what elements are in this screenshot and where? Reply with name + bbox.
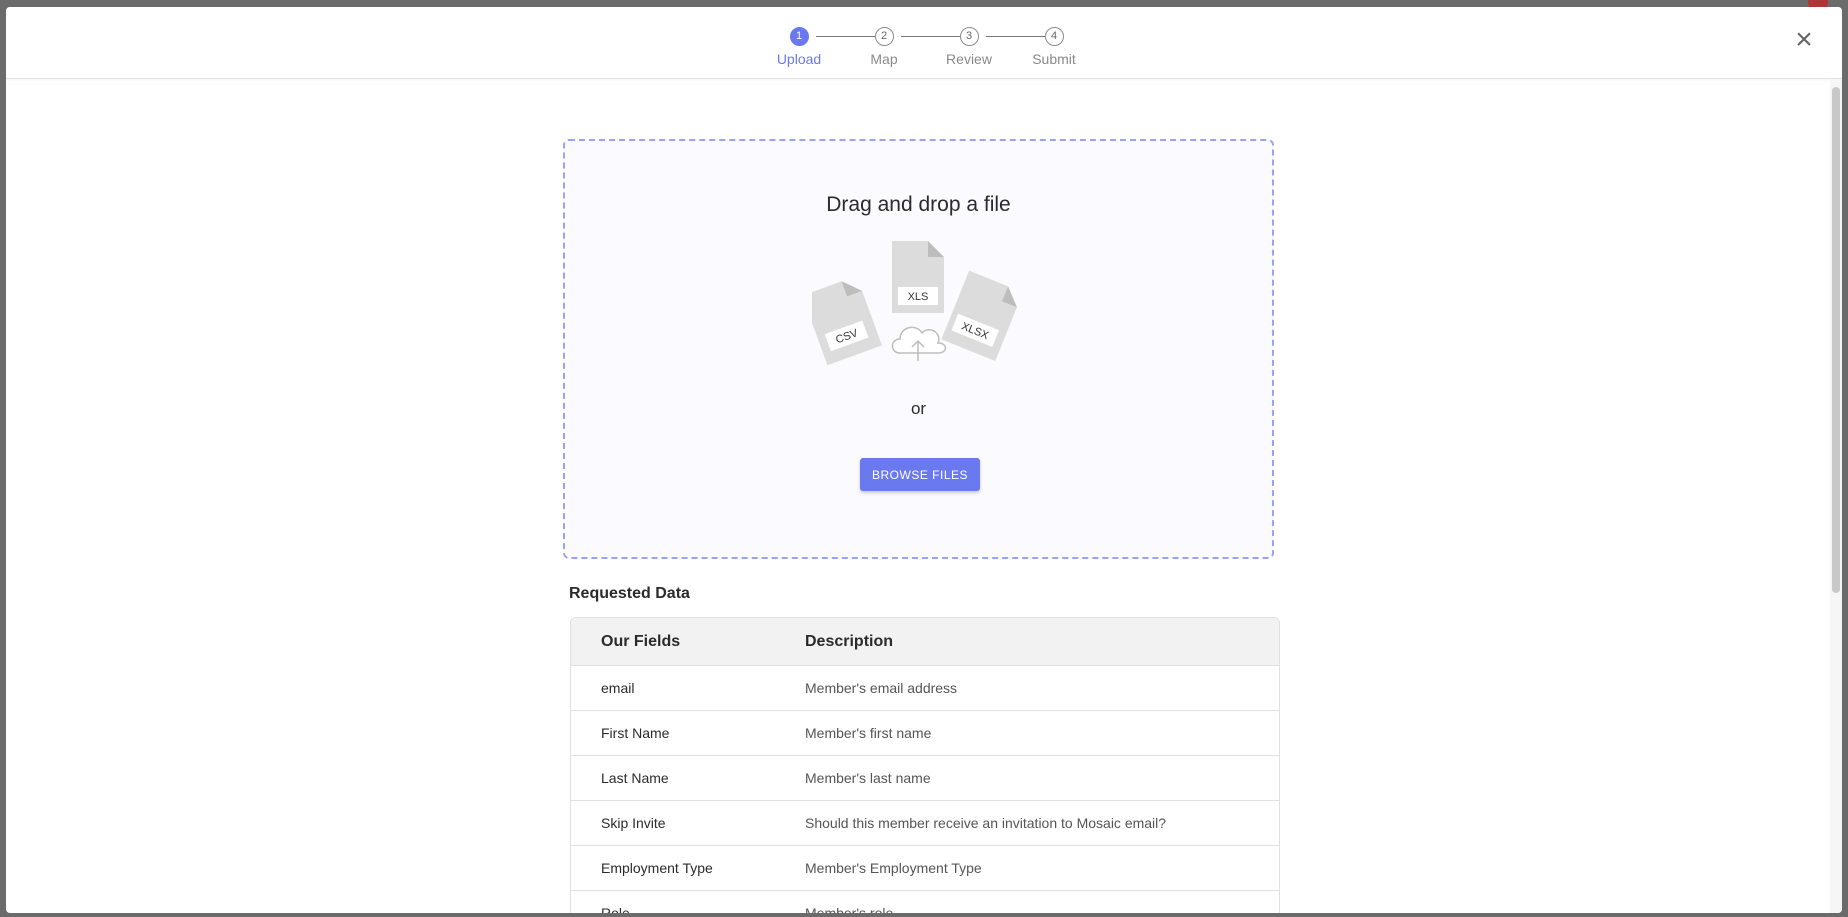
modal-content: Drag and drop a file CSV XLS XLSX or BRO… xyxy=(6,79,1830,913)
table-row: email Member's email address xyxy=(571,666,1279,711)
field-name: email xyxy=(601,680,635,696)
scrollbar-thumb[interactable] xyxy=(1832,87,1840,593)
field-description: Member's Employment Type xyxy=(805,860,982,876)
stepper: 1 Upload 2 Map 3 Review 4 Submit xyxy=(759,27,1109,75)
step-number: 2 xyxy=(874,27,894,46)
step-number: 3 xyxy=(959,27,979,46)
step-upload[interactable]: 1 Upload xyxy=(759,27,839,67)
step-number: 1 xyxy=(789,27,809,46)
field-name: Skip Invite xyxy=(601,815,666,831)
browse-files-button[interactable]: BROWSE FILES xyxy=(860,458,980,491)
dropzone-or-text: or xyxy=(910,399,927,418)
file-dropzone[interactable]: Drag and drop a file CSV XLS XLSX or BRO… xyxy=(563,139,1274,559)
field-name: Last Name xyxy=(601,770,669,786)
close-icon[interactable]: × xyxy=(1792,25,1816,55)
step-review[interactable]: 3 Review xyxy=(929,27,1009,67)
step-label: Upload xyxy=(776,51,822,67)
field-name: Role xyxy=(601,905,630,913)
field-description: Member's last name xyxy=(805,770,931,786)
step-number: 4 xyxy=(1044,27,1064,46)
modal-header: 1 Upload 2 Map 3 Review 4 Submit × xyxy=(6,7,1842,79)
table-row: Last Name Member's last name xyxy=(571,756,1279,801)
field-description: Should this member receive an invitation… xyxy=(805,815,1167,831)
requested-data-table: Our Fields Description email Member's em… xyxy=(570,617,1280,913)
file-upload-illustration-icon: CSV XLS XLSX xyxy=(812,241,1017,366)
field-description: Member's role xyxy=(805,905,894,913)
step-label: Submit xyxy=(1032,51,1076,67)
table-row: Role Member's role xyxy=(571,891,1279,913)
table-header: Our Fields Description xyxy=(571,618,1279,666)
field-name: Employment Type xyxy=(601,860,713,876)
column-header-fields: Our Fields xyxy=(601,632,681,650)
table-row: Skip Invite Should this member receive a… xyxy=(571,801,1279,846)
step-label: Review xyxy=(946,51,992,67)
file-type-xls: XLS xyxy=(908,291,929,303)
table-row: First Name Member's first name xyxy=(571,711,1279,756)
step-label: Map xyxy=(870,51,898,67)
table-row: Employment Type Member's Employment Type xyxy=(571,846,1279,891)
step-map[interactable]: 2 Map xyxy=(844,27,924,67)
column-header-description: Description xyxy=(805,632,894,650)
dropzone-title: Drag and drop a file xyxy=(826,193,1011,216)
field-description: Member's first name xyxy=(805,725,932,741)
field-description: Member's email address xyxy=(805,680,958,696)
field-name: First Name xyxy=(601,725,670,741)
import-modal: 1 Upload 2 Map 3 Review 4 Submit × Drag … xyxy=(6,7,1842,913)
step-submit[interactable]: 4 Submit xyxy=(1014,27,1094,67)
requested-data-title: Requested Data xyxy=(569,585,690,602)
